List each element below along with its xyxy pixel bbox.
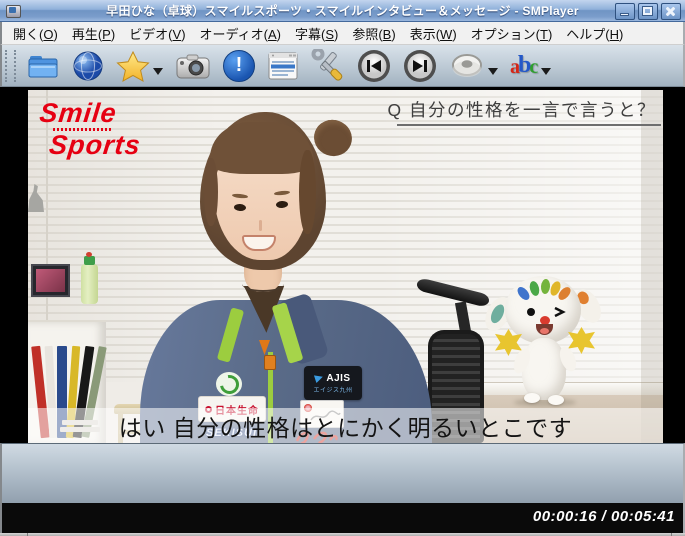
menu-view[interactable]: 表示(W) [403,22,464,45]
screenshot-button[interactable] [169,47,217,85]
video-frame: 日本生命 SEKISUI AJIS エイジス九州 はい 自分の性格はとにかく明る… [28,90,663,443]
status-bar: 00:00:16 / 00:05:41 [0,503,685,533]
time-display: 00:00:16 / 00:05:41 [532,508,675,525]
favorites-dropdown-arrow[interactable] [153,68,163,75]
menu-browse[interactable]: 参照(B) [345,22,402,45]
toolbar: ! a b c [0,45,685,87]
star-icon [116,50,150,82]
video-display[interactable]: 日本生命 SEKISUI AJIS エイジス九州 はい 自分の性格はとにかく明る… [0,87,685,443]
audio-track-button[interactable] [443,47,504,85]
previous-button[interactable] [351,47,397,85]
minimize-button[interactable] [615,3,635,20]
control-bar [0,443,685,503]
ajis-patch: AJIS エイジス九州 [304,366,362,400]
menu-audio[interactable]: オーディオ(A) [193,22,288,45]
menu-play[interactable]: 再生(P) [65,22,122,45]
open-url-button[interactable] [66,47,110,85]
subtitle-band: はい 自分の性格はとにかく明るいとこです [28,408,663,443]
speaker-donut-icon [452,53,482,77]
preferences-button[interactable] [305,47,351,85]
subtitles-dropdown-arrow[interactable] [541,68,552,75]
playlist-button[interactable] [261,47,305,85]
mascot-eye [527,308,535,316]
subtitles-button[interactable]: abc [504,47,557,85]
info-icon: ! [223,49,255,82]
camera-icon [176,54,210,78]
smplayer-window: 早田ひな（卓球）スマイルスポーツ・スマイルインタビュー＆メッセージ - SMPl… [0,0,685,536]
question-overlay: Q 自分の性格を一言で言うと？ [387,100,656,120]
playlist-icon [268,52,298,79]
toolbar-grip[interactable] [5,49,16,82]
subtitle-text: はい 自分の性格はとにかく明るいとこです [118,415,573,441]
menubar: 開く(O) 再生(P) ビデオ(V) オーディオ(A) 字幕(S) 参照(B) … [0,22,685,45]
close-button[interactable] [661,3,681,20]
skip-back-icon [358,49,390,82]
sponsor-swirl-logo [215,370,243,398]
menu-video[interactable]: ビデオ(V) [122,22,192,45]
next-button[interactable] [397,47,443,85]
titlebar[interactable]: 早田ひな（卓球）スマイルスポーツ・スマイルインタビュー＆メッセージ - SMPl… [0,0,685,22]
smile-sports-logo: Smile Sports [38,98,143,160]
menu-options[interactable]: オプション(T) [464,22,560,45]
window-title: 早田ひな（卓球）スマイルスポーツ・スマイルインタビュー＆メッセージ - SMPl… [106,4,579,18]
folder-icon [28,55,58,77]
bottle [81,252,98,304]
audio-dropdown-arrow[interactable] [488,68,498,75]
globe-icon [73,51,103,80]
favorites-button[interactable] [110,47,169,85]
photo-frame [31,264,70,297]
skip-forward-icon [404,49,436,82]
mascot-wink-eye [554,307,566,317]
info-button[interactable]: ! [217,47,261,85]
open-file-button[interactable] [20,47,66,85]
menu-help[interactable]: ヘルプ(H) [559,22,630,45]
menu-subtitles[interactable]: 字幕(S) [288,22,345,45]
question-underline [397,124,661,126]
abc-subtitles-icon: abc [510,52,539,78]
maximize-button[interactable] [638,3,658,20]
tools-icon [311,48,343,81]
menu-open[interactable]: 開く(O) [6,22,65,45]
